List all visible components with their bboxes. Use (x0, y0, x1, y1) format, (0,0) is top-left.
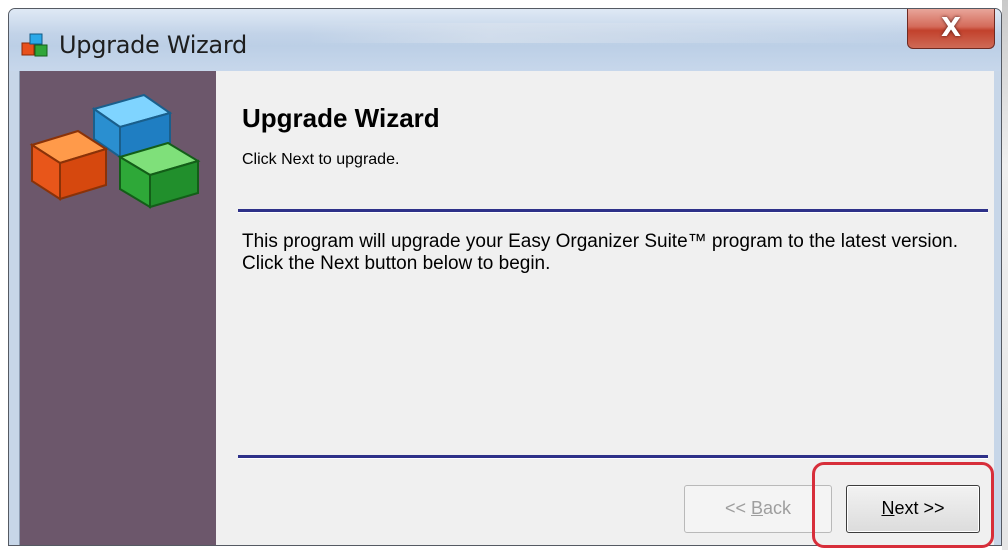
blocks-icon (21, 33, 48, 57)
side-panel (20, 71, 216, 545)
footer-divider (238, 455, 988, 459)
title-bar[interactable]: Upgrade Wizard X (9, 9, 1001, 71)
description-text: This program will upgrade your Easy Orga… (242, 231, 958, 274)
back-button-mnemonic: B (751, 498, 764, 518)
back-button-prefix: << (724, 498, 751, 518)
back-button[interactable]: << Back (684, 485, 832, 533)
close-button[interactable]: X (907, 9, 995, 49)
background-edge (1002, 0, 1008, 550)
close-icon: X (940, 13, 962, 43)
back-button-rest: ack (763, 498, 792, 518)
header-divider (238, 209, 988, 213)
page-subtitle: Click Next to upgrade. (242, 151, 400, 168)
next-button-highlight (812, 462, 994, 548)
page-title: Upgrade Wizard (242, 103, 440, 133)
blocks-logo (29, 93, 201, 209)
window-title: Upgrade Wizard (59, 31, 247, 59)
